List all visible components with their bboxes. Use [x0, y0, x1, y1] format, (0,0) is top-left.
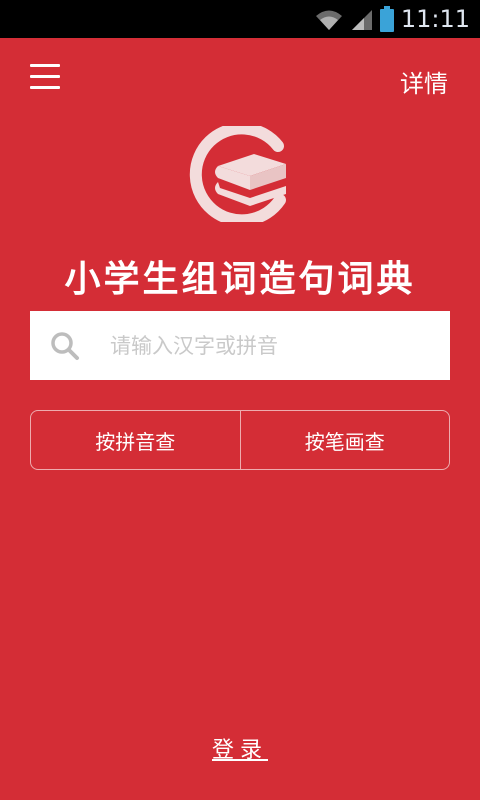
- status-icons: [314, 6, 394, 32]
- app-title: 小学生组词造句词典: [64, 258, 416, 300]
- search-input[interactable]: [110, 311, 440, 380]
- status-time: 11:11: [400, 5, 470, 33]
- status-bar: 11:11: [0, 0, 480, 38]
- search-box[interactable]: [30, 311, 450, 380]
- menu-icon[interactable]: [30, 62, 60, 90]
- wifi-icon: [316, 10, 342, 30]
- details-link[interactable]: 详情: [400, 64, 448, 99]
- search-mode-tabs: 按拼音查 按笔画查: [30, 410, 450, 470]
- book-logo-icon: [189, 126, 286, 222]
- search-icon[interactable]: [50, 331, 80, 361]
- pinyin-search-button[interactable]: 按拼音查: [31, 411, 240, 469]
- stroke-search-button[interactable]: 按笔画查: [241, 411, 450, 469]
- battery-icon: [380, 6, 394, 32]
- signal-icon: [352, 10, 372, 30]
- login-link[interactable]: 登录: [0, 732, 480, 764]
